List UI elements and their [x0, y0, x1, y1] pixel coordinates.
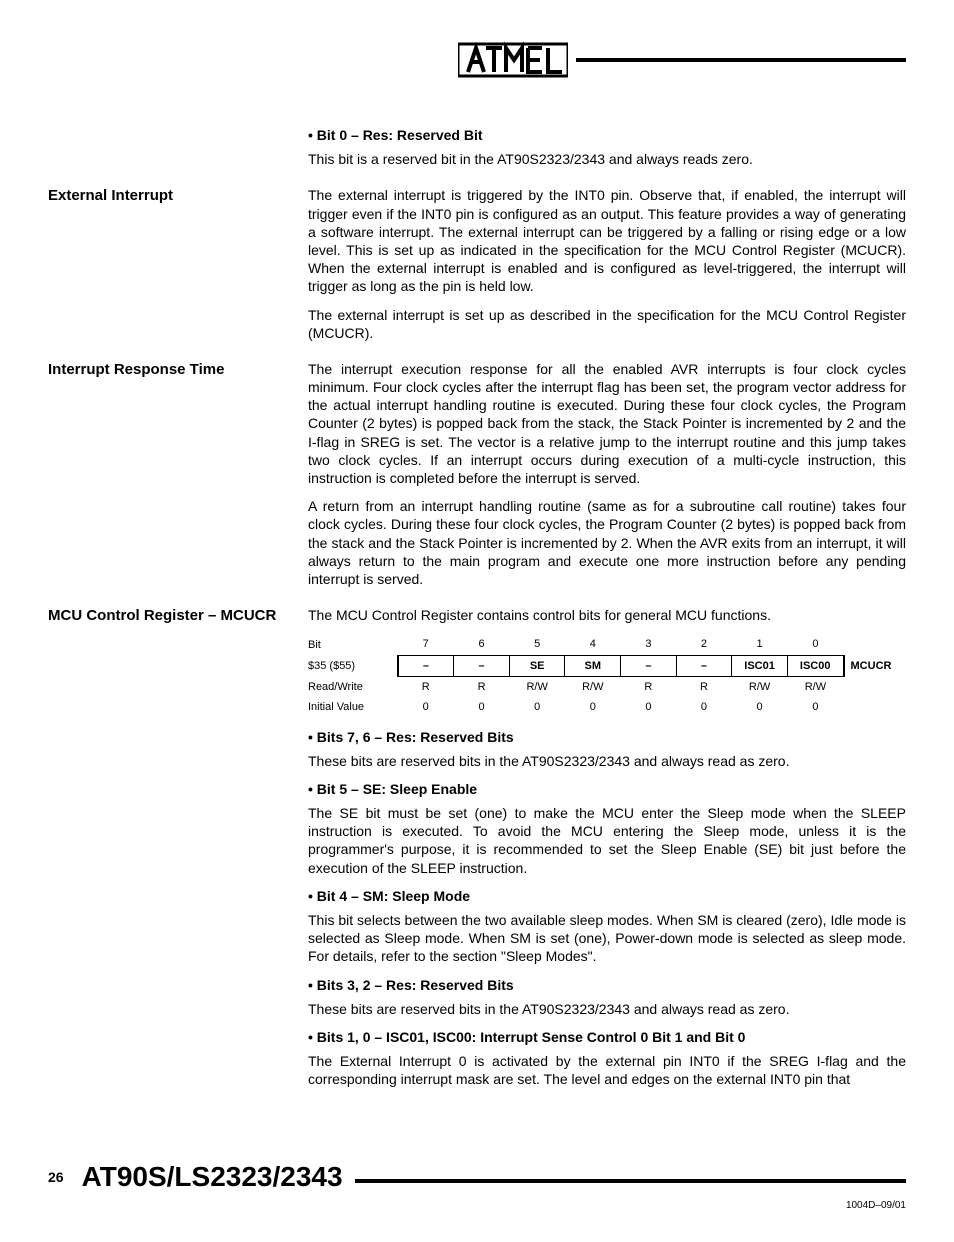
init-cell: 0: [621, 697, 677, 717]
bit-name: –: [398, 655, 454, 676]
section: Interrupt Response Time The interrupt exe…: [48, 360, 906, 598]
atmel-logo: [458, 40, 568, 80]
paragraph: This bit is a reserved bit in the AT90S2…: [308, 150, 906, 168]
row-label: $35 ($55): [308, 655, 398, 676]
register-table: Bit76543210$35 ($55)––SESM––ISC01ISC00MC…: [308, 634, 906, 717]
bullet-heading: Bits 3, 2 – Res: Reserved Bits: [308, 976, 906, 994]
bit-number: 5: [509, 634, 565, 655]
bit-name: –: [621, 655, 677, 676]
section-heading: MCU Control Register – MCUCR: [48, 606, 298, 626]
bit-name: SM: [565, 655, 621, 676]
section-body: The interrupt execution response for all…: [308, 360, 906, 598]
paragraph: These bits are reserved bits in the AT90…: [308, 752, 906, 770]
register-name: MCUCR: [844, 655, 906, 676]
bullet-heading: Bit 5 – SE: Sleep Enable: [308, 780, 906, 798]
init-cell: 0: [509, 697, 565, 717]
bit-name: ISC00: [787, 655, 843, 676]
bit-number: 3: [621, 634, 677, 655]
header-row: [48, 40, 906, 80]
paragraph: A return from an interrupt handling rout…: [308, 497, 906, 588]
rw-cell: R/W: [509, 676, 565, 697]
bullet-heading: Bits 7, 6 – Res: Reserved Bits: [308, 728, 906, 746]
rw-cell: R: [676, 676, 732, 697]
bit-number: 1: [732, 634, 788, 655]
rw-cell: R: [454, 676, 510, 697]
rw-cell: R/W: [787, 676, 843, 697]
section-heading-cell: MCU Control Register – MCUCR: [48, 606, 308, 1098]
section: Bit 0 – Res: Reserved Bit This bit is a r…: [48, 120, 906, 178]
rw-cell: R/W: [732, 676, 788, 697]
page-number: 26: [48, 1168, 64, 1186]
bit-name: ISC01: [732, 655, 788, 676]
paragraph: The External Interrupt 0 is activated by…: [308, 1052, 906, 1088]
paragraph: This bit selects between the two availab…: [308, 911, 906, 966]
bullet-heading: Bits 1, 0 – ISC01, ISC00: Interrupt Sens…: [308, 1028, 906, 1046]
section: MCU Control Register – MCUCR The MCU Cont…: [48, 606, 906, 1098]
footer: 26 AT90S/LS2323/2343: [48, 1159, 906, 1195]
section-body: The MCU Control Register contains contro…: [308, 606, 906, 1098]
section-heading-cell: [48, 120, 308, 178]
rw-cell: R: [398, 676, 454, 697]
paragraph: The external interrupt is triggered by t…: [308, 186, 906, 295]
section: External Interrupt The external interrupt…: [48, 186, 906, 352]
bullet-heading: Bit 4 – SM: Sleep Mode: [308, 887, 906, 905]
page-content: Bit 0 – Res: Reserved Bit This bit is a r…: [48, 120, 906, 1099]
init-cell: 0: [732, 697, 788, 717]
bit-number: 4: [565, 634, 621, 655]
bit-name: –: [454, 655, 510, 676]
document-number: 1004D–09/01: [48, 1199, 906, 1212]
rw-cell: R/W: [565, 676, 621, 697]
paragraph: The SE bit must be set (one) to make the…: [308, 804, 906, 877]
section-heading: Interrupt Response Time: [48, 360, 298, 380]
row-label: Read/Write: [308, 676, 398, 697]
paragraph: These bits are reserved bits in the AT90…: [308, 1000, 906, 1018]
bullet-heading: Bit 0 – Res: Reserved Bit: [308, 126, 906, 144]
bit-name: SE: [509, 655, 565, 676]
init-cell: 0: [565, 697, 621, 717]
section-heading-cell: External Interrupt: [48, 186, 308, 352]
paragraph: The external interrupt is set up as desc…: [308, 306, 906, 342]
rw-cell: R: [621, 676, 677, 697]
section-body: The external interrupt is triggered by t…: [308, 186, 906, 352]
row-label: Initial Value: [308, 697, 398, 717]
section-heading: External Interrupt: [48, 186, 298, 206]
bit-number: 7: [398, 634, 454, 655]
row-label: Bit: [308, 634, 398, 655]
paragraph: The MCU Control Register contains contro…: [308, 606, 906, 624]
bit-number: 2: [676, 634, 732, 655]
init-cell: 0: [398, 697, 454, 717]
footer-rule: [355, 1179, 906, 1183]
init-cell: 0: [787, 697, 843, 717]
bit-number: 6: [454, 634, 510, 655]
section-heading-cell: Interrupt Response Time: [48, 360, 308, 598]
paragraph: The interrupt execution response for all…: [308, 360, 906, 487]
section-body: Bit 0 – Res: Reserved Bit This bit is a r…: [308, 120, 906, 178]
bit-name: –: [676, 655, 732, 676]
init-cell: 0: [676, 697, 732, 717]
bit-number: 0: [787, 634, 843, 655]
init-cell: 0: [454, 697, 510, 717]
document-title: AT90S/LS2323/2343: [82, 1159, 343, 1195]
header-rule: [576, 58, 906, 62]
